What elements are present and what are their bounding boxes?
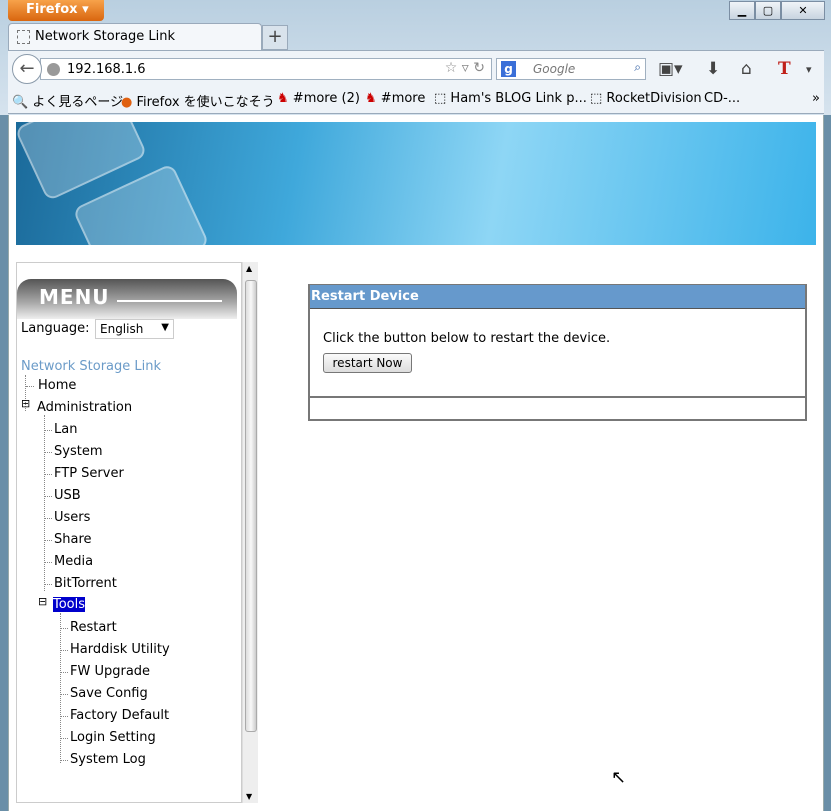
bookmarks-toolbar: 🔍 よく見るページ ● Firefox を使いこなそう ♞ #more (2) … [8,86,824,114]
chevron-down-icon[interactable]: ▾ [806,63,812,76]
collapse-icon[interactable]: ⊟ [38,595,47,608]
menu-administration[interactable]: Administration [37,400,132,415]
globe-icon [47,63,60,76]
bookmark-item[interactable]: ⬚ RocketDivision [590,91,702,106]
collapse-icon[interactable]: ⊟ [21,397,30,410]
restart-device-panel: Restart Device Click the button below to… [308,284,807,421]
menu-login-setting[interactable]: Login Setting [70,730,156,745]
language-label: Language: [21,321,90,336]
back-button[interactable]: ← [12,54,42,84]
bookmarks-overflow[interactable]: » [812,91,820,106]
firefox-menu-label: Firefox [26,2,78,17]
navigation-bar: 192.168.1.6 ☆ ▿ ↻ ← g Google ⌕ ▣▾ ⬇ ⌂ T … [8,50,824,86]
menu-save-config[interactable]: Save Config [70,686,148,701]
menu-tools[interactable]: Tools [53,597,86,612]
menu-bittorrent[interactable]: BitTorrent [54,576,117,591]
search-icon[interactable]: ⌕ [634,60,641,75]
menu-lan[interactable]: Lan [54,422,77,437]
download-icon[interactable]: ⬇ [706,59,720,79]
menu-harddisk-utility[interactable]: Harddisk Utility [70,642,170,657]
bookmark-item[interactable]: ♞ #more (2) [277,91,360,106]
scrollbar-thumb[interactable] [245,280,257,732]
menu-home[interactable]: Home [38,378,76,393]
search-input[interactable]: g Google ⌕ [496,58,646,80]
url-text: 192.168.1.6 [67,62,146,77]
t-addon-icon[interactable]: T [778,59,791,79]
google-icon: g [501,61,516,77]
tab-title: Network Storage Link [35,29,176,44]
menu-usb[interactable]: USB [54,488,81,503]
menu-header: MENU [17,279,237,319]
menu-media[interactable]: Media [54,554,93,569]
panel-title: Restart Device [310,285,805,309]
bookmark-item[interactable]: 🔍 よく見るページ [12,91,123,110]
menu-share[interactable]: Share [54,532,92,547]
page-content: MENU Language: English ▼ Network Storage … [8,115,824,811]
panel-divider [310,396,805,398]
restart-now-button[interactable]: restart Now [323,353,412,373]
language-select[interactable]: English ▼ [95,319,174,339]
menu-frame: MENU Language: English ▼ Network Storage … [16,262,242,803]
bookmark-item[interactable]: ⬚ Ham's BLOG Link p... [434,91,587,106]
mouse-cursor-icon: ↖ [611,767,627,788]
menu-system-log[interactable]: System Log [70,752,146,767]
menu-fw-upgrade[interactable]: FW Upgrade [70,664,150,679]
search-placeholder: Google [533,62,576,76]
star-reload-icons[interactable]: ☆ ▿ ↻ [445,60,485,76]
home-icon[interactable]: ⌂ [741,59,752,79]
header-banner [16,122,816,245]
page-icon [17,30,30,44]
menu-scrollbar[interactable]: ▲ ▼ [242,262,258,803]
menu-system[interactable]: System [54,444,102,459]
menu-factory-default[interactable]: Factory Default [70,708,169,723]
bookmark-item[interactable]: ♞ #more [365,91,425,106]
menu-ftp-server[interactable]: FTP Server [54,466,124,481]
firefox-menu-button[interactable]: Firefox ▾ [8,0,104,21]
bookmarks-icon[interactable]: ▣▾ [658,59,683,79]
new-tab-button[interactable]: + [262,25,288,50]
browser-chrome: Firefox ▾ ▁ ▢ ✕ Network Storage Link + 1… [0,0,831,115]
close-button[interactable]: ✕ [781,1,825,20]
scroll-down-icon[interactable]: ▼ [246,792,252,801]
tab-network-storage-link[interactable]: Network Storage Link [8,23,262,50]
menu-restart[interactable]: Restart [70,620,117,635]
menu-users[interactable]: Users [54,510,90,525]
scroll-up-icon[interactable]: ▲ [246,264,252,273]
maximize-button[interactable]: ▢ [755,1,781,20]
panel-description: Click the button below to restart the de… [323,331,611,346]
url-bar[interactable]: 192.168.1.6 ☆ ▿ ↻ [40,58,492,80]
minimize-button[interactable]: ▁ [729,1,755,20]
bookmark-item[interactable]: CD-... [704,91,740,106]
tree-root-link[interactable]: Network Storage Link [21,359,161,374]
bookmark-item[interactable]: ● Firefox を使いこなそう [121,91,275,110]
